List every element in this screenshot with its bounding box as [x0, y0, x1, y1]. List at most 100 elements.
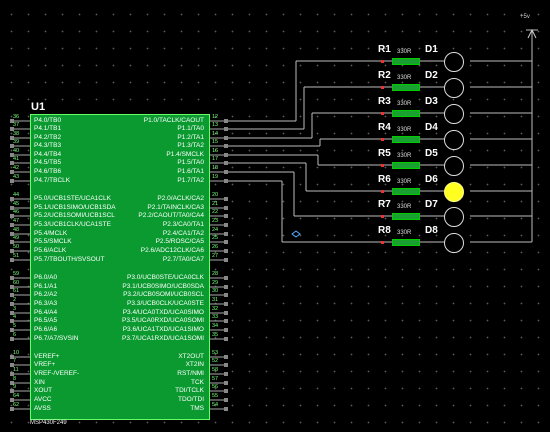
- pin-endpoint[interactable]: [224, 285, 228, 289]
- resistor-body[interactable]: [392, 58, 420, 65]
- pin-endpoint[interactable]: [224, 153, 228, 157]
- resistor-ref[interactable]: R7: [378, 199, 391, 210]
- resistor-body[interactable]: [392, 188, 420, 195]
- resistor-body[interactable]: [392, 239, 420, 246]
- pin-endpoint[interactable]: [224, 136, 228, 140]
- pin-endpoint[interactable]: [224, 363, 228, 367]
- resistor-body[interactable]: [392, 213, 420, 220]
- pin-label-right: TCK: [191, 379, 204, 386]
- pin-endpoint[interactable]: [224, 311, 228, 315]
- schematic-canvas[interactable]: +5v U1 MSP430F249 36 P4.0/TB0 37 P4.1/TB1 38…: [0, 0, 550, 432]
- resistor-ref[interactable]: R6: [378, 174, 391, 185]
- pin-endpoint[interactable]: [224, 223, 228, 227]
- led-body[interactable]: [444, 207, 464, 227]
- pin-endpoint[interactable]: [224, 240, 228, 244]
- pin-label-left: P6.2/A2: [34, 291, 58, 298]
- pin-endpoint[interactable]: [224, 179, 228, 183]
- pin-number-right: 58: [212, 367, 219, 373]
- pin-label-right: P3.7/UCA1RXD/UCA1SOMI: [122, 335, 204, 342]
- pin-endpoint[interactable]: [224, 161, 228, 165]
- led-ref[interactable]: D7: [425, 199, 438, 210]
- pin-label-left: P5.7/TBOUTH/SVSOUT: [34, 256, 105, 263]
- pin-endpoint[interactable]: [10, 337, 14, 341]
- pin-endpoint[interactable]: [224, 170, 228, 174]
- pin-endpoint[interactable]: [10, 258, 14, 262]
- resistor-ref[interactable]: R2: [378, 70, 391, 81]
- pin-label-left: P5.2/UCB1SOMI/UCB1SCL: [34, 212, 115, 219]
- pin-number-right: 15: [212, 139, 219, 145]
- pin-endpoint[interactable]: [224, 381, 228, 385]
- pin-endpoint[interactable]: [224, 302, 228, 306]
- resistor-ref[interactable]: R3: [378, 96, 391, 107]
- led-body[interactable]: [444, 182, 464, 202]
- resistor-ref[interactable]: R1: [378, 44, 391, 55]
- led-body[interactable]: [444, 78, 464, 98]
- pin-label-right: XT2OUT: [178, 353, 204, 360]
- led-body[interactable]: [444, 52, 464, 72]
- pin-endpoint[interactable]: [10, 179, 14, 183]
- pin-endpoint[interactable]: [224, 232, 228, 236]
- resistor-node: [381, 60, 384, 63]
- pin-endpoint[interactable]: [224, 328, 228, 332]
- resistor-node: [381, 164, 384, 167]
- pin-endpoint[interactable]: [224, 398, 228, 402]
- pin-label-left: P5.0/UCB1STE/UCA1CLK: [34, 195, 111, 202]
- led-body[interactable]: [444, 104, 464, 124]
- led-ref[interactable]: D6: [425, 174, 438, 185]
- pin-endpoint[interactable]: [224, 258, 228, 262]
- pin-number-right: 29: [212, 280, 219, 286]
- pin-label-right: TDO/TDI: [178, 396, 204, 403]
- pin-label-left: P5.3/UCB1CLK/UCA1STE: [34, 221, 111, 228]
- pin-endpoint[interactable]: [224, 119, 228, 123]
- resistor-value: 330R: [397, 153, 412, 159]
- led-ref[interactable]: D3: [425, 96, 438, 107]
- resistor-body[interactable]: [392, 110, 420, 117]
- pin-endpoint[interactable]: [224, 293, 228, 297]
- resistor-ref[interactable]: R5: [378, 148, 391, 159]
- pin-label-left: VREF+: [34, 361, 56, 368]
- pin-endpoint[interactable]: [224, 197, 228, 201]
- pin-endpoint[interactable]: [224, 214, 228, 218]
- led-ref[interactable]: D5: [425, 148, 438, 159]
- pin-label-right: P1.2/TA1: [177, 134, 204, 141]
- pin-label-right: P1.1/TA0: [177, 125, 204, 132]
- resistor-ref[interactable]: R8: [378, 225, 391, 236]
- pin-endpoint[interactable]: [224, 355, 228, 359]
- resistor-body[interactable]: [392, 84, 420, 91]
- pin-endpoint[interactable]: [224, 249, 228, 253]
- led-ref[interactable]: D8: [425, 225, 438, 236]
- pin-endpoint[interactable]: [224, 389, 228, 393]
- led-ref[interactable]: D4: [425, 122, 438, 133]
- led-ref[interactable]: D2: [425, 70, 438, 81]
- pin-label-left: AVCC: [34, 396, 52, 403]
- led-body[interactable]: [444, 233, 464, 253]
- pin-number-right: 24: [212, 227, 219, 233]
- pin-endpoint[interactable]: [224, 206, 228, 210]
- pin-endpoint[interactable]: [224, 276, 228, 280]
- resistor-body[interactable]: [392, 162, 420, 169]
- pin-number-right: 16: [212, 148, 219, 154]
- pin-label-left: P4.3/TB3: [34, 142, 62, 149]
- pin-endpoint[interactable]: [224, 407, 228, 411]
- pin-label-right: P1.7/TA2: [177, 177, 204, 184]
- pin-label-right: P3.2/UCB0SOMI/UCB0SCL: [123, 291, 204, 298]
- pin-endpoint[interactable]: [224, 372, 228, 376]
- pin-endpoint[interactable]: [224, 319, 228, 323]
- led-ref[interactable]: D1: [425, 44, 438, 55]
- pin-endpoint[interactable]: [224, 337, 228, 341]
- pin-label-left: P6.7/A7/SVSIN: [34, 335, 79, 342]
- resistor-ref[interactable]: R4: [378, 122, 391, 133]
- pin-label-left: P6.3/A3: [34, 300, 58, 307]
- pin-endpoint[interactable]: [10, 407, 14, 411]
- pin-number-right: 28: [212, 271, 219, 277]
- pin-number-right: 13: [212, 122, 219, 128]
- pin-endpoint[interactable]: [224, 144, 228, 148]
- pin-label-left: P6.5/A5: [34, 317, 58, 324]
- pin-endpoint[interactable]: [224, 127, 228, 131]
- pin-label-right: P3.6/UCA1TXD/UCA1SIMO: [122, 326, 204, 333]
- mcu-ref-label: U1: [31, 101, 46, 113]
- led-body[interactable]: [444, 156, 464, 176]
- led-body[interactable]: [444, 130, 464, 150]
- resistor-body[interactable]: [392, 136, 420, 143]
- pin-number-right: 23: [212, 218, 219, 224]
